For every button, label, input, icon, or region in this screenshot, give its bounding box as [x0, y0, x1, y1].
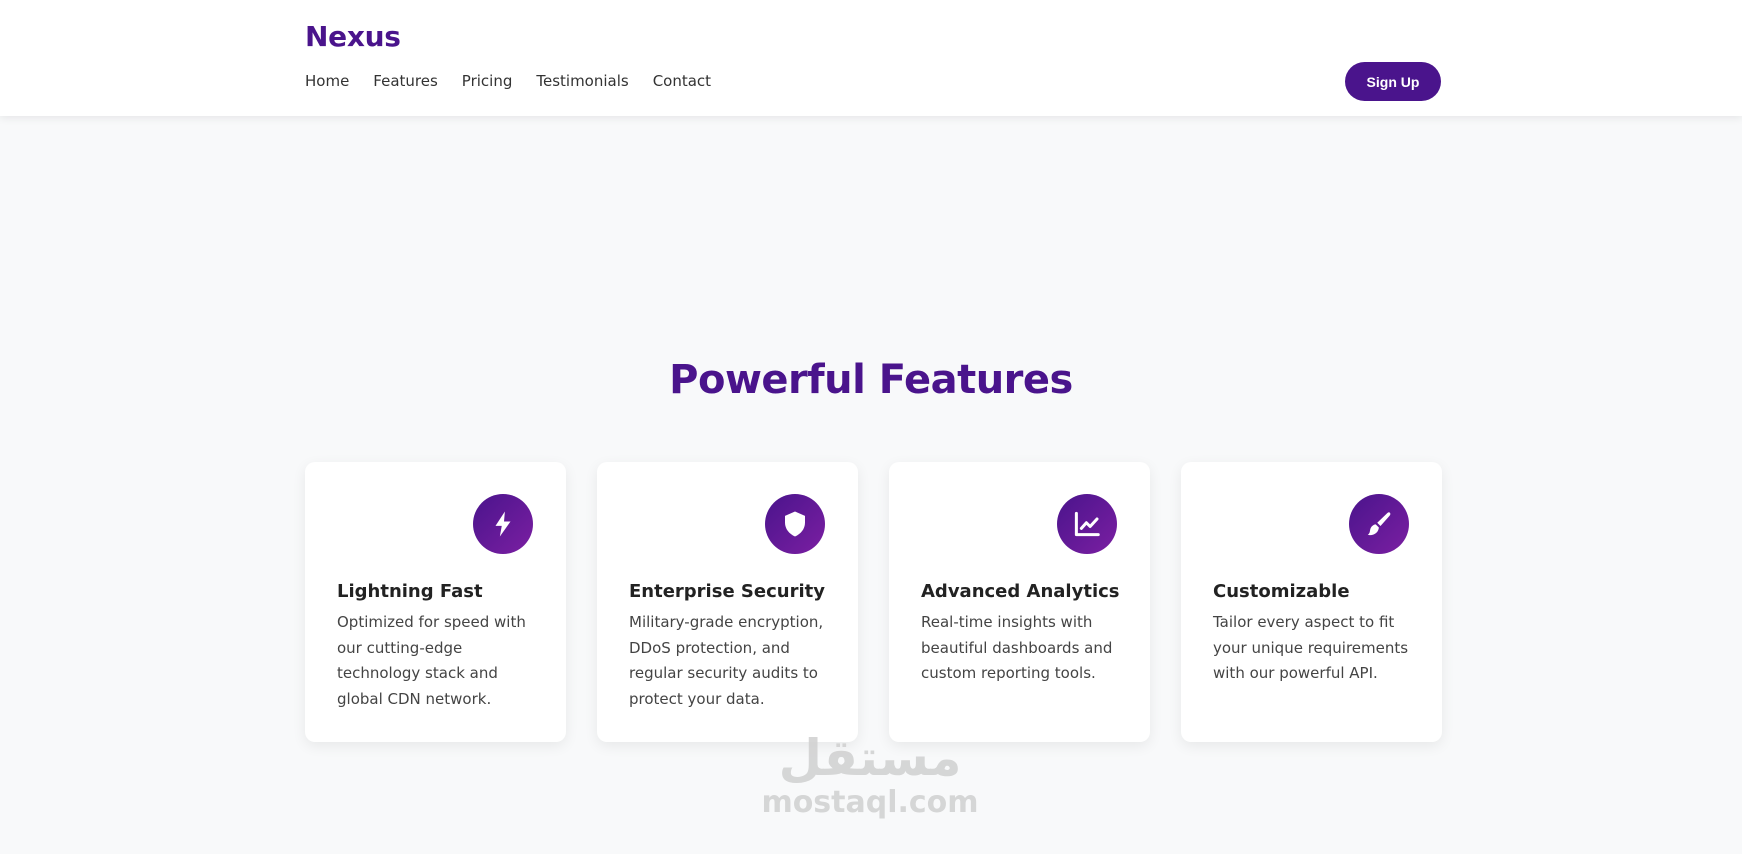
main-nav: Home Features Pricing Testimonials Conta… [305, 72, 735, 90]
features-title: Powerful Features [669, 357, 1073, 403]
feature-description: Optimized for speed with our cutting-edg… [337, 613, 526, 708]
watermark: مستقل mostaql.com [740, 730, 1000, 820]
lightning-icon [473, 494, 533, 554]
feature-description: Military-grade encryption, DDoS protecti… [629, 613, 824, 708]
feature-card-lightning-fast: Lightning Fast Optimized for speed with … [305, 462, 566, 742]
shield-icon [765, 494, 825, 554]
paintbrush-icon [1349, 494, 1409, 554]
chart-line-icon [1057, 494, 1117, 554]
feature-title: Customizable [1213, 581, 1350, 602]
nav-home[interactable]: Home [305, 72, 349, 90]
feature-title: Advanced Analytics [921, 581, 1120, 602]
nav-features[interactable]: Features [373, 72, 438, 90]
feature-description: Real-time insights with beautiful dashbo… [921, 613, 1113, 682]
feature-card-enterprise-security: Enterprise Security Military-grade encry… [597, 462, 858, 742]
nav-contact[interactable]: Contact [653, 72, 711, 90]
site-header: Nexus Home Features Pricing Testimonials… [0, 0, 1742, 116]
feature-card-advanced-analytics: Advanced Analytics Real-time insights wi… [889, 462, 1150, 742]
nav-testimonials[interactable]: Testimonials [536, 72, 628, 90]
feature-description: Tailor every aspect to fit your unique r… [1213, 613, 1409, 682]
watermark-latin: mostaql.com [761, 785, 979, 820]
sign-up-button[interactable]: Sign Up [1345, 62, 1441, 101]
nav-pricing[interactable]: Pricing [462, 72, 513, 90]
logo[interactable]: Nexus [305, 20, 401, 53]
feature-card-customizable: Customizable Tailor every aspect to fit … [1181, 462, 1442, 742]
feature-title: Enterprise Security [629, 581, 825, 602]
feature-title: Lightning Fast [337, 581, 483, 602]
watermark-arabic: مستقل [778, 729, 962, 787]
